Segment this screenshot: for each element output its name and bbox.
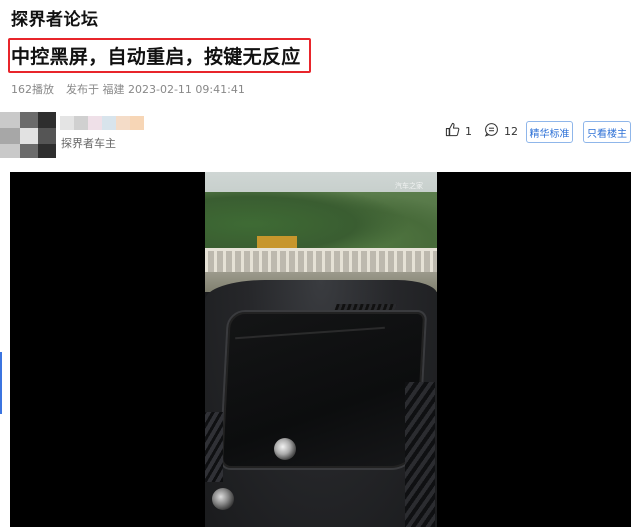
username-blur-pixel <box>88 116 102 130</box>
post-meta: 162播放 发布于 福建 2023-02-11 09:41:41 <box>11 81 245 97</box>
video-player[interactable]: 汽车之家 <box>10 172 631 527</box>
comment-icon <box>484 122 499 140</box>
play-count: 162播放 <box>11 83 54 96</box>
author-role-label: 探界者车主 <box>61 137 116 150</box>
avatar-pixel <box>0 112 20 128</box>
video-watermark: 汽车之家 <box>395 182 423 190</box>
bridge-railing <box>205 248 437 274</box>
featured-button[interactable]: 精华标准 <box>526 121 573 143</box>
truck <box>257 236 297 248</box>
forum-name[interactable]: 探界者论坛 <box>11 5 99 30</box>
avatar-pixel <box>38 112 56 128</box>
avatar-pixel <box>0 144 20 158</box>
video-frame: 汽车之家 <box>205 172 437 527</box>
left-air-vent <box>205 412 223 482</box>
avatar[interactable] <box>0 112 56 158</box>
publish-info: 发布于 福建 2023-02-11 09:41:41 <box>66 83 245 96</box>
username-blur-pixel <box>60 116 74 130</box>
username-blur-pixel <box>130 116 144 130</box>
lower-knob <box>212 488 234 510</box>
right-air-vent <box>405 382 435 527</box>
comment-count: 12 <box>504 124 518 138</box>
owner-only-button[interactable]: 只看楼主 <box>583 121 631 143</box>
username-blur-pixel <box>102 116 116 130</box>
avatar-pixel <box>0 128 20 144</box>
like-count: 1 <box>465 124 472 138</box>
comment-button[interactable]: 12 <box>484 122 518 140</box>
left-edge-indicator <box>0 352 2 414</box>
post-title: 中控黑屏，自动重启，按键无反应 <box>11 46 301 68</box>
avatar-pixel <box>20 112 38 128</box>
username-blur-pixel <box>116 116 130 130</box>
avatar-pixel <box>20 144 38 158</box>
avatar-pixel <box>20 128 38 144</box>
username-blurred[interactable] <box>60 116 144 130</box>
like-button[interactable]: 1 <box>445 122 472 140</box>
thumbs-up-icon <box>445 122 460 140</box>
volume-knob <box>274 438 296 460</box>
avatar-pixel <box>38 144 56 158</box>
avatar-pixel <box>38 128 56 144</box>
center-console-screen <box>218 310 428 470</box>
username-blur-pixel <box>74 116 88 130</box>
